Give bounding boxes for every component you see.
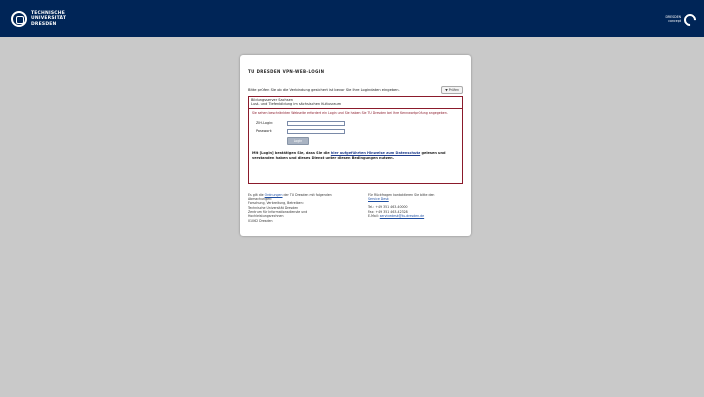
support-email-link[interactable]: servicedesk@tu-dresden.de	[380, 214, 424, 218]
certificate-prompt: Bitte prüfen Sie ob die Verbindung gesic…	[248, 88, 400, 92]
top-banner: TECHNISCHE UNIVERSITÄT DRESDEN DRESDEN c…	[0, 0, 704, 37]
login-form: Sie sehen beschränkten Webseite erforder…	[248, 108, 463, 184]
email-label: E-Mail:	[368, 214, 379, 218]
login-intro-text: Sie sehen beschränkten Webseite erforder…	[252, 110, 448, 115]
requesting-service-box: Bildungsserver Sachsen Lust- und Tiefenb…	[248, 96, 463, 109]
logo-line-2: UNIVERSITÄT	[31, 16, 67, 22]
page-title: TU DRESDEN VPN-WEB-LOGIN	[248, 69, 325, 74]
card-footer: Es gilt die Ordnungen der TU Dresden mit…	[248, 193, 463, 223]
certificate-check-row: Bitte prüfen Sie ob die Verbindung gesic…	[248, 86, 463, 94]
login-row: ZIH-Login:	[256, 120, 459, 126]
legal-info: Es gilt die Ordnungen der TU Dresden mit…	[248, 193, 352, 223]
operator-line: 01062 Dresden	[248, 218, 273, 223]
support-info: Für Rückfragen kontaktieren Sie bitte de…	[368, 193, 463, 223]
dresden-concept-wordmark: DRESDEN concept	[665, 15, 681, 24]
check-certificate-button[interactable]: ▼ Prüfen	[441, 86, 463, 94]
privacy-notice-link[interactable]: hier aufgeführten Hinweise zum Datenschu…	[331, 151, 420, 155]
login-field[interactable]	[287, 120, 345, 126]
tu-dresden-emblem-icon	[11, 11, 27, 27]
dresden-concept-icon	[681, 11, 699, 29]
login-label: ZIH-Login:	[256, 121, 274, 126]
privacy-consent-text: Mit [Login] bestätigen Sie, dass Sie die…	[252, 151, 459, 162]
password-label: Passwort:	[256, 129, 273, 134]
concept-line-2: concept	[668, 19, 681, 23]
service-description: Lust- und Tiefenbildung im sächsischen K…	[251, 102, 342, 107]
consent-prefix: Mit [Login] bestätigen Sie, dass Sie die	[252, 150, 330, 155]
login-card: TU DRESDEN VPN-WEB-LOGIN Bitte prüfen Si…	[240, 55, 471, 236]
password-field[interactable]	[287, 128, 345, 134]
service-desk-link[interactable]: Service Desk	[368, 197, 389, 201]
tu-dresden-logo[interactable]: TECHNISCHE UNIVERSITÄT DRESDEN	[11, 10, 66, 28]
login-button[interactable]: Login	[287, 136, 309, 145]
tu-dresden-wordmark: TECHNISCHE UNIVERSITÄT DRESDEN	[31, 11, 66, 27]
password-row: Passwort:	[256, 128, 459, 134]
regulations-line: Es gilt die Ordnungen der TU Dresden mit…	[248, 193, 352, 202]
dresden-concept-logo[interactable]: DRESDEN concept	[665, 11, 699, 29]
support-email-line: E-Mail: servicedesk@tu-dresden.de	[368, 214, 463, 218]
logo-line-3: DRESDEN	[31, 21, 57, 27]
